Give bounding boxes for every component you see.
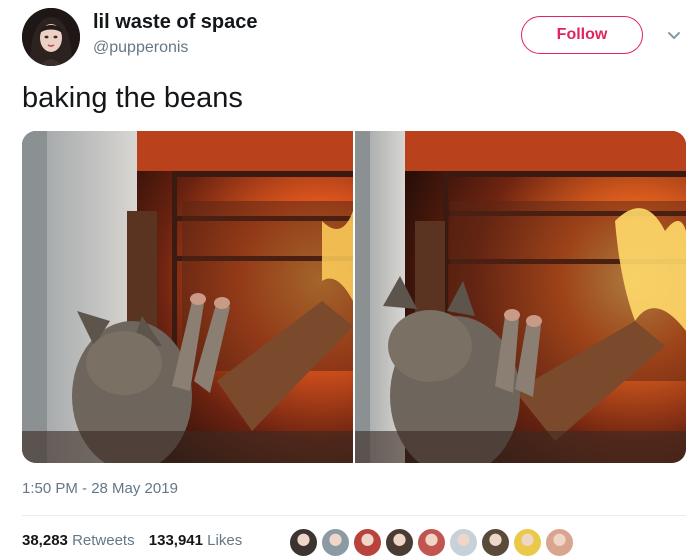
tweet-timestamp[interactable]: 1:50 PM - 28 May 2019	[22, 480, 178, 497]
chevron-down-icon[interactable]	[664, 26, 684, 46]
liker-avatar[interactable]	[513, 528, 542, 557]
tweet-text: baking the beans	[22, 82, 243, 114]
retweets-label: Retweets	[72, 532, 135, 549]
avatar[interactable]	[22, 8, 80, 66]
tweet-stats: 38,283 Retweets 133,941 Likes	[22, 532, 252, 549]
likes-stat[interactable]: 133,941 Likes	[149, 532, 242, 549]
user-handle[interactable]: @pupperonis	[93, 39, 188, 57]
liker-avatars	[289, 528, 574, 557]
liker-avatar[interactable]	[481, 528, 510, 557]
display-name[interactable]: lil waste of space	[93, 11, 258, 34]
liker-avatar[interactable]	[385, 528, 414, 557]
liker-avatar[interactable]	[353, 528, 382, 557]
media-grid	[22, 131, 686, 463]
retweets-count: 38,283	[22, 532, 68, 549]
media-photo-1[interactable]	[22, 131, 353, 463]
liker-avatar[interactable]	[545, 528, 574, 557]
media-photo-2[interactable]	[355, 131, 686, 463]
likes-label: Likes	[207, 532, 243, 549]
likes-count: 133,941	[148, 532, 203, 549]
divider	[22, 515, 686, 516]
tweet-card: lil waste of space @pupperonis Follow ba…	[0, 0, 700, 560]
liker-avatar[interactable]	[289, 528, 318, 557]
liker-avatar[interactable]	[417, 528, 446, 557]
liker-avatar[interactable]	[449, 528, 478, 557]
profile-avatar-icon	[22, 8, 80, 66]
retweets-stat[interactable]: 38,283 Retweets	[22, 532, 135, 549]
liker-avatar[interactable]	[321, 528, 350, 557]
follow-button[interactable]: Follow	[521, 16, 643, 54]
